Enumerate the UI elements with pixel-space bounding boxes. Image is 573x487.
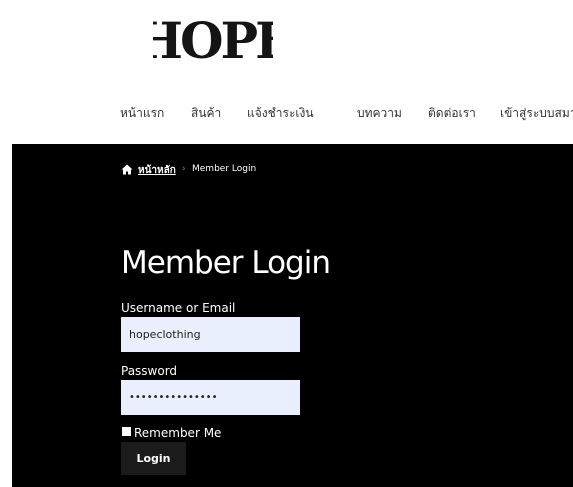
- home-icon[interactable]: [121, 164, 133, 175]
- nav-item-payment[interactable]: แจ้งชำระเงิน: [247, 104, 314, 123]
- nav-item-contact[interactable]: ติดต่อเรา: [428, 104, 476, 123]
- svg-text:HOPE: HOPE: [153, 11, 273, 66]
- main-nav: หน้าแรก สินค้า แจ้งชำระเงิน บทความ ติดต่…: [0, 104, 573, 124]
- remember-me-checkbox[interactable]: [122, 427, 131, 436]
- nav-item-member-login[interactable]: เข้าสู่ระบบสมา: [500, 104, 573, 123]
- nav-item-products[interactable]: สินค้า: [191, 104, 221, 123]
- password-label: Password: [121, 364, 178, 378]
- nav-item-home[interactable]: หน้าแรก: [120, 104, 164, 123]
- page-title: Member Login: [121, 245, 331, 281]
- username-input[interactable]: [121, 317, 300, 352]
- password-input[interactable]: [121, 380, 300, 415]
- content-panel: [12, 144, 573, 487]
- hope-logo[interactable]: HOPE: [153, 8, 273, 66]
- nav-item-payment-label: แจ้งชำระเงิน: [247, 106, 314, 120]
- breadcrumb-home-link[interactable]: หน้าหลัก: [138, 163, 176, 178]
- breadcrumb-separator: ›: [182, 164, 186, 174]
- nav-item-articles[interactable]: บทความ: [357, 104, 402, 123]
- breadcrumb-current: Member Login: [192, 164, 257, 174]
- remember-me-label: Remember Me: [134, 426, 222, 440]
- username-label: Username or Email: [121, 301, 236, 315]
- page: HOPE หน้าแรก สินค้า แจ้งชำระเงิน บทความ …: [0, 0, 573, 487]
- login-button[interactable]: Login: [121, 442, 186, 475]
